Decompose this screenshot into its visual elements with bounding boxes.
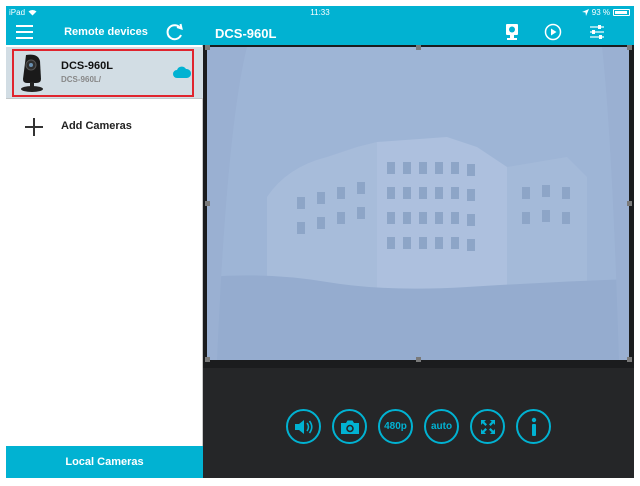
selection-overlay xyxy=(207,47,629,360)
play-icon[interactable] xyxy=(544,23,562,41)
fullscreen-button[interactable] xyxy=(470,409,505,444)
audio-button[interactable] xyxy=(286,409,321,444)
camera-view-icon[interactable] xyxy=(503,23,521,41)
resize-handle[interactable] xyxy=(416,45,421,50)
resolution-button[interactable]: 480p xyxy=(378,409,413,444)
camera-title: DCS-960L xyxy=(215,26,277,41)
resize-handle[interactable] xyxy=(627,201,632,206)
plus-icon xyxy=(24,117,44,137)
resize-handle[interactable] xyxy=(627,45,632,50)
clock: 11:33 xyxy=(310,8,330,17)
sidebar-header: Remote devices xyxy=(6,19,203,45)
resize-handle[interactable] xyxy=(416,357,421,362)
camera-live-view[interactable] xyxy=(207,47,629,360)
add-cameras-button[interactable]: Add Cameras xyxy=(6,112,203,140)
location-icon xyxy=(581,9,589,16)
resize-handle[interactable] xyxy=(205,45,210,50)
speaker-icon xyxy=(294,419,313,434)
status-bar: iPad 11:33 93 % xyxy=(6,6,634,19)
battery-percent: 93 % xyxy=(591,8,610,17)
device-list-item[interactable]: DCS-960L DCS-960L/ xyxy=(6,47,203,99)
resize-handle[interactable] xyxy=(627,357,632,362)
sidebar: Remote devices DCS-960L DCS-960L/ Add Ca… xyxy=(6,19,203,478)
info-button[interactable] xyxy=(516,409,551,444)
camera-icon xyxy=(340,420,359,434)
resize-handle[interactable] xyxy=(205,201,210,206)
menu-icon[interactable] xyxy=(16,25,33,39)
local-cameras-button[interactable]: Local Cameras xyxy=(6,446,203,478)
snapshot-button[interactable] xyxy=(332,409,367,444)
battery-icon xyxy=(613,9,630,16)
control-bar: 480p auto xyxy=(203,368,634,478)
settings-sliders-icon[interactable] xyxy=(588,23,606,41)
add-cameras-label: Add Cameras xyxy=(61,120,132,132)
info-icon xyxy=(531,417,536,436)
expand-icon xyxy=(480,419,495,434)
sidebar-title: Remote devices xyxy=(64,26,148,38)
video-area xyxy=(203,45,634,368)
selection-highlight xyxy=(12,49,194,97)
mode-button[interactable]: auto xyxy=(424,409,459,444)
resize-handle[interactable] xyxy=(205,357,210,362)
main-header: DCS-960L xyxy=(203,19,634,45)
refresh-icon[interactable] xyxy=(165,22,185,42)
